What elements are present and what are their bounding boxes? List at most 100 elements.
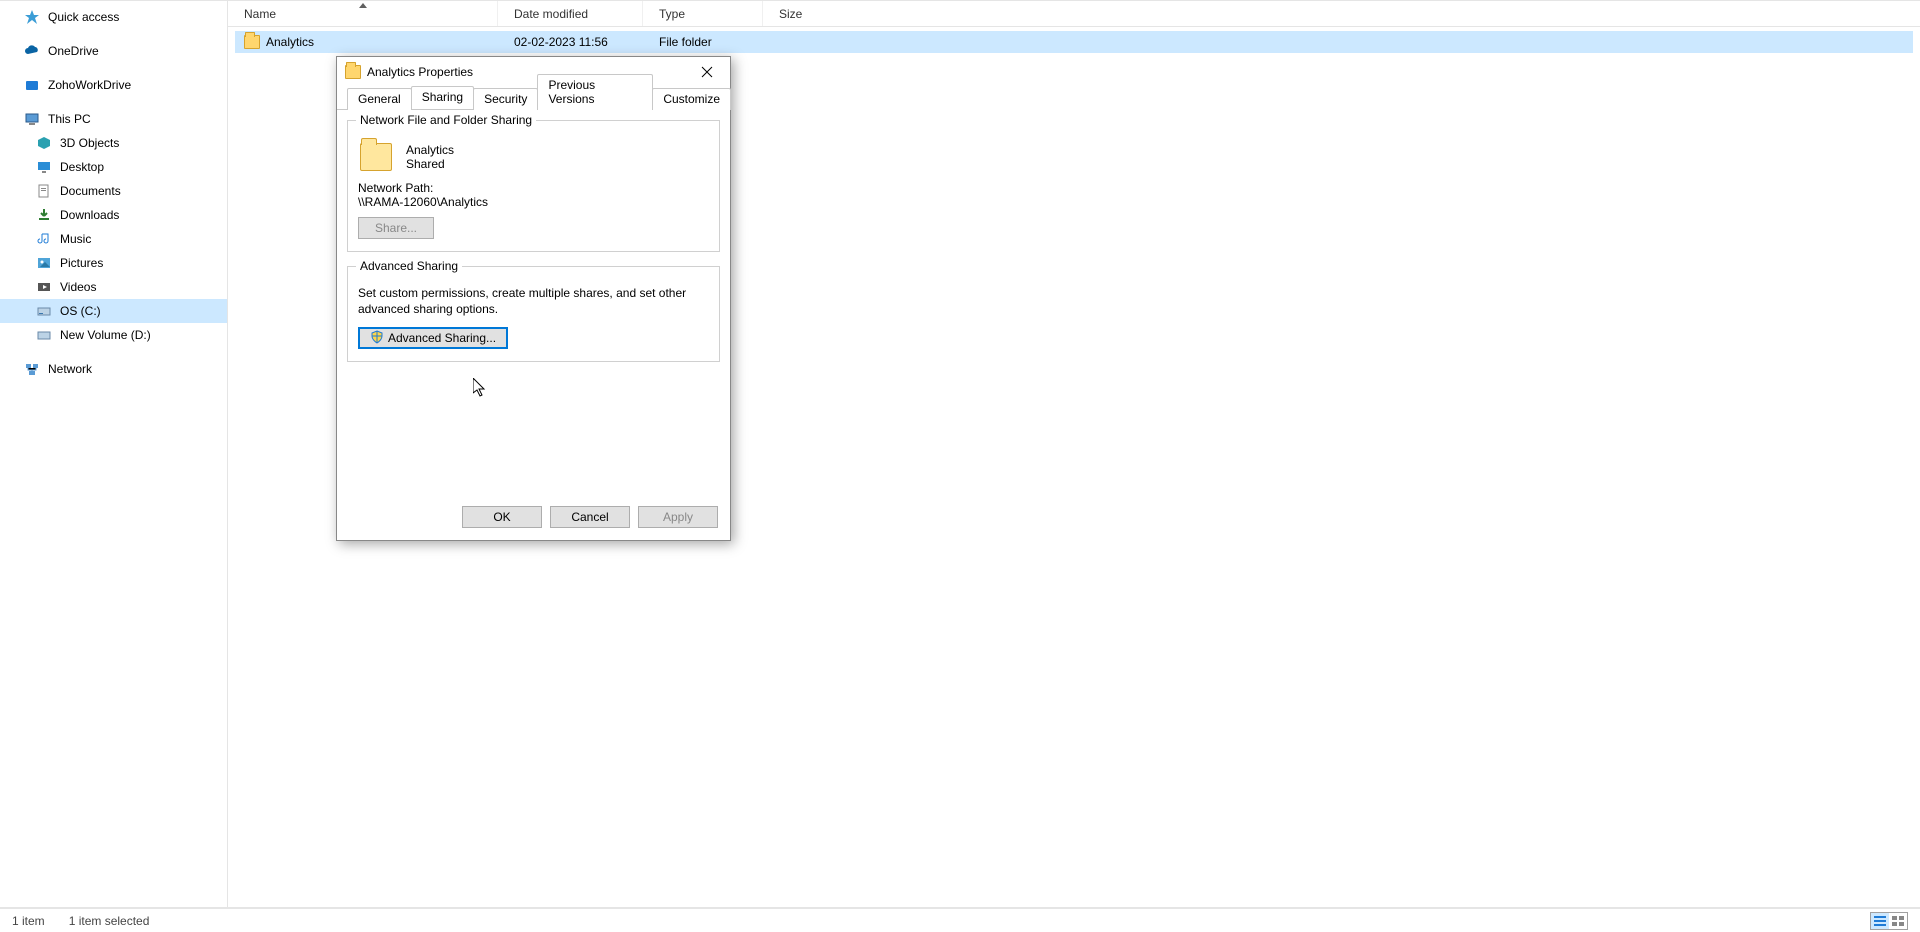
tab-label: Customize [663,92,720,106]
properties-dialog: Analytics Properties General Sharing Sec… [336,56,731,541]
column-label: Size [779,7,802,21]
videos-icon [36,279,52,295]
folder-large-icon [360,143,392,171]
explorer-main: Quick access OneDrive ZohoWorkDrive This… [0,0,1920,908]
sidebar-item-label: 3D Objects [60,136,119,150]
tab-security[interactable]: Security [473,88,538,110]
cloud-icon [24,43,40,59]
column-label: Name [244,7,276,21]
status-bar: 1 item 1 item selected [0,908,1920,932]
3d-icon [36,135,52,151]
sidebar-item-pictures[interactable]: Pictures [0,251,227,275]
sidebar-item-label: Videos [60,280,96,294]
file-name: Analytics [266,35,314,49]
sidebar-item-downloads[interactable]: Downloads [0,203,227,227]
tab-body: Network File and Folder Sharing Analytic… [337,110,730,496]
network-path-value: \\RAMA-12060\Analytics [358,195,709,209]
quick-access-icon [24,9,40,25]
nav-sidebar: Quick access OneDrive ZohoWorkDrive This… [0,1,228,907]
dialog-title-bar[interactable]: Analytics Properties [337,57,730,87]
sidebar-item-zoho[interactable]: ZohoWorkDrive [0,73,227,97]
tab-customize[interactable]: Customize [652,88,731,110]
share-folder-name: Analytics [406,143,454,157]
close-button[interactable] [684,57,730,87]
sidebar-item-label: Downloads [60,208,119,222]
column-size[interactable]: Size [763,1,843,26]
sidebar-item-label: Quick access [48,10,119,24]
status-selected: 1 item selected [69,914,150,928]
network-icon [24,361,40,377]
column-type[interactable]: Type [643,1,763,26]
cancel-button[interactable]: Cancel [550,506,630,528]
close-icon [701,66,713,78]
shield-icon [370,330,384,347]
sidebar-item-music[interactable]: Music [0,227,227,251]
group-advanced-sharing: Advanced Sharing Set custom permissions,… [347,266,720,362]
sidebar-item-newvol[interactable]: New Volume (D:) [0,323,227,347]
apply-button[interactable]: Apply [638,506,718,528]
sidebar-item-label: OneDrive [48,44,99,58]
ok-button[interactable]: OK [462,506,542,528]
file-explorer: Quick access OneDrive ZohoWorkDrive This… [0,0,1920,932]
file-type: File folder [659,35,712,49]
tab-strip: General Sharing Security Previous Versio… [337,87,730,110]
status-count: 1 item [12,914,45,928]
drive-icon [24,77,40,93]
tab-label: Security [484,92,527,106]
column-label: Date modified [514,7,588,21]
button-label: Share... [375,221,417,235]
column-headers: Name Date modified Type Size [228,1,1920,27]
sidebar-item-label: Pictures [60,256,103,270]
sidebar-item-label: Desktop [60,160,104,174]
tab-label: Sharing [422,90,463,104]
sidebar-item-label: ZohoWorkDrive [48,78,131,92]
tab-label: General [358,92,401,106]
button-label: Cancel [571,510,608,524]
disk-icon [36,327,52,343]
downloads-icon [36,207,52,223]
sidebar-item-onedrive[interactable]: OneDrive [0,39,227,63]
folder-icon [345,65,361,79]
view-toggle [1870,912,1908,930]
column-name[interactable]: Name [228,1,498,26]
column-date-modified[interactable]: Date modified [498,1,643,26]
sidebar-item-label: OS (C:) [60,304,101,318]
tab-label: Previous Versions [548,78,595,106]
documents-icon [36,183,52,199]
sidebar-item-videos[interactable]: Videos [0,275,227,299]
group-network-sharing: Network File and Folder Sharing Analytic… [347,120,720,252]
sidebar-item-network[interactable]: Network [0,357,227,381]
sidebar-item-label: New Volume (D:) [60,328,151,342]
sidebar-item-3dobjects[interactable]: 3D Objects [0,131,227,155]
dialog-title: Analytics Properties [367,65,473,79]
file-row[interactable]: Analytics 02-02-2023 11:56 File folder [235,31,1913,53]
group-legend: Network File and Folder Sharing [356,113,536,127]
view-large-button[interactable] [1889,913,1907,929]
music-icon [36,231,52,247]
sidebar-item-osc[interactable]: OS (C:) [0,299,227,323]
advanced-sharing-button[interactable]: Advanced Sharing... [358,327,508,349]
sidebar-item-label: This PC [48,112,91,126]
folder-icon [244,35,260,49]
desktop-icon [36,159,52,175]
share-status: Shared [406,157,454,171]
column-label: Type [659,7,685,21]
tab-sharing[interactable]: Sharing [411,86,474,109]
tab-previous-versions[interactable]: Previous Versions [537,74,653,110]
group-legend: Advanced Sharing [356,259,462,273]
sidebar-item-documents[interactable]: Documents [0,179,227,203]
sidebar-item-quick-access[interactable]: Quick access [0,5,227,29]
sidebar-item-label: Documents [60,184,121,198]
view-details-button[interactable] [1871,913,1889,929]
file-date: 02-02-2023 11:56 [514,35,608,49]
advanced-sharing-desc: Set custom permissions, create multiple … [358,285,709,317]
pc-icon [24,111,40,127]
pictures-icon [36,255,52,271]
sidebar-item-desktop[interactable]: Desktop [0,155,227,179]
network-path-label: Network Path: [358,181,709,195]
tab-general[interactable]: General [347,88,412,110]
share-button[interactable]: Share... [358,217,434,239]
button-label: Advanced Sharing... [388,331,496,345]
sidebar-item-thispc[interactable]: This PC [0,107,227,131]
button-label: Apply [663,510,693,524]
